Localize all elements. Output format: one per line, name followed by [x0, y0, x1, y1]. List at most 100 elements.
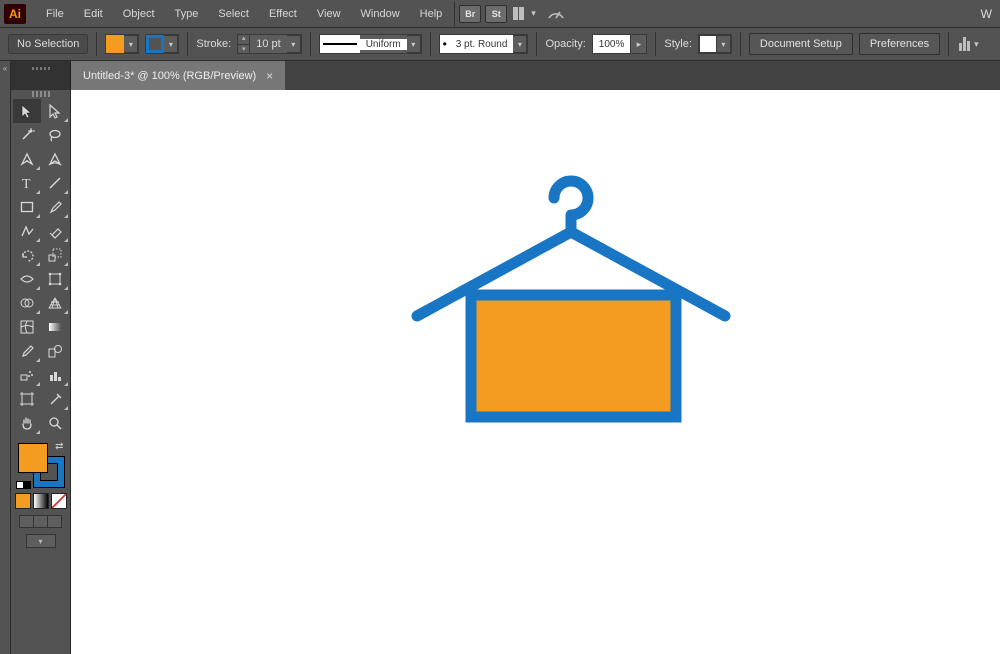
separator: [948, 32, 949, 56]
perspective-grid-tool[interactable]: [41, 291, 69, 315]
color-mode-color[interactable]: [15, 493, 31, 509]
chevron-down-icon[interactable]: ▾: [164, 35, 178, 53]
fill-color-swatch[interactable]: ▾: [105, 34, 139, 54]
panel-collapse-handle[interactable]: «: [0, 61, 11, 90]
app-logo[interactable]: Ai: [4, 4, 26, 24]
color-mode-row: [15, 493, 67, 509]
scale-tool[interactable]: [41, 243, 69, 267]
eraser-tool[interactable]: [41, 219, 69, 243]
magic-wand-tool[interactable]: [13, 123, 41, 147]
separator: [430, 32, 431, 56]
stroke-weight-value[interactable]: 10 pt: [250, 38, 286, 50]
canvas[interactable]: [71, 90, 1000, 654]
gradient-tool[interactable]: [41, 315, 69, 339]
width-tool[interactable]: [13, 267, 41, 291]
stock-icon[interactable]: St: [485, 5, 507, 23]
document-tab-strip: « Untitled-3* @ 100% (RGB/Preview) ×: [0, 61, 1000, 90]
draw-inside[interactable]: [47, 515, 62, 528]
eyedropper-tool[interactable]: [13, 339, 41, 363]
workspace-switcher[interactable]: W: [977, 7, 996, 21]
menu-object[interactable]: Object: [113, 0, 165, 27]
screen-mode-button[interactable]: ▾: [26, 534, 56, 548]
default-fill-stroke-icon[interactable]: [16, 481, 31, 489]
close-icon[interactable]: ×: [266, 69, 273, 83]
fill-stroke-control[interactable]: ⇄: [16, 441, 66, 489]
lasso-tool[interactable]: [41, 123, 69, 147]
left-dock-strip[interactable]: [0, 90, 11, 654]
width-profile-field[interactable]: Uniform ▾: [319, 34, 422, 54]
dot-icon: •: [440, 37, 450, 51]
swap-fill-stroke-icon[interactable]: ⇄: [55, 441, 63, 452]
chevron-down-icon[interactable]: ▾: [287, 35, 301, 53]
chevron-down-icon[interactable]: ▾: [124, 35, 138, 53]
artboard-tool[interactable]: [13, 387, 41, 411]
artwork[interactable]: [391, 160, 751, 460]
opacity-label[interactable]: Opacity:: [545, 38, 585, 50]
symbol-sprayer-tool[interactable]: [13, 363, 41, 387]
menu-select[interactable]: Select: [208, 0, 259, 27]
fill-proxy-icon[interactable]: [18, 443, 48, 473]
menu-window[interactable]: Window: [351, 0, 410, 27]
type-tool[interactable]: T: [13, 171, 41, 195]
arrange-documents-icon[interactable]: ▾: [513, 7, 540, 20]
rotate-tool[interactable]: [13, 243, 41, 267]
document-tab[interactable]: Untitled-3* @ 100% (RGB/Preview) ×: [71, 61, 285, 90]
chevron-down-icon[interactable]: ▾: [407, 35, 421, 53]
pen-tool[interactable]: [13, 147, 41, 171]
tools-panel-header[interactable]: [11, 61, 71, 90]
paintbrush-tool[interactable]: [41, 195, 69, 219]
chevron-down-icon[interactable]: ▾: [717, 35, 731, 53]
menu-edit[interactable]: Edit: [74, 0, 113, 27]
direct-selection-tool[interactable]: [41, 99, 69, 123]
brush-definition-value: 3 pt. Round: [450, 39, 514, 50]
stroke-weight-field[interactable]: ▴▾ 10 pt ▾: [237, 34, 301, 54]
style-label[interactable]: Style:: [664, 38, 692, 50]
selection-indicator[interactable]: No Selection: [8, 34, 88, 54]
svg-text:T: T: [22, 177, 31, 192]
color-mode-gradient[interactable]: [33, 493, 49, 509]
slice-tool[interactable]: [41, 387, 69, 411]
zoom-tool[interactable]: [41, 411, 69, 435]
separator: [454, 2, 455, 26]
separator: [187, 32, 188, 56]
blend-tool[interactable]: [41, 339, 69, 363]
stroke-color-swatch[interactable]: ▾: [145, 34, 179, 54]
shaper-tool[interactable]: [13, 219, 41, 243]
line-segment-tool[interactable]: [41, 171, 69, 195]
align-icon: [959, 37, 970, 51]
shape-builder-tool[interactable]: [13, 291, 41, 315]
towel-rectangle[interactable]: [471, 295, 676, 417]
gpu-performance-icon[interactable]: [546, 4, 566, 24]
stepper-icon[interactable]: ▴▾: [238, 34, 250, 54]
free-transform-tool[interactable]: [41, 267, 69, 291]
menu-type[interactable]: Type: [165, 0, 209, 27]
menu-help[interactable]: Help: [410, 0, 453, 27]
chevron-right-icon[interactable]: ▸: [630, 35, 646, 53]
bridge-icon[interactable]: Br: [459, 5, 481, 23]
document-setup-button[interactable]: Document Setup: [749, 33, 853, 55]
preferences-button[interactable]: Preferences: [859, 33, 940, 55]
opacity-field[interactable]: 100% ▸: [592, 34, 648, 54]
separator: [96, 32, 97, 56]
grip-icon[interactable]: [32, 91, 50, 97]
selection-tool[interactable]: [13, 99, 41, 123]
brush-definition-field[interactable]: • 3 pt. Round ▾: [439, 34, 529, 54]
menu-effect[interactable]: Effect: [259, 0, 307, 27]
color-mode-none[interactable]: [51, 493, 67, 509]
hand-tool[interactable]: [13, 411, 41, 435]
opacity-value[interactable]: 100%: [593, 39, 631, 50]
curvature-tool[interactable]: [41, 147, 69, 171]
mesh-tool[interactable]: [13, 315, 41, 339]
draw-behind[interactable]: [33, 515, 48, 528]
chevron-down-icon[interactable]: ▾: [513, 35, 527, 53]
menu-file[interactable]: File: [36, 0, 74, 27]
stroke-label[interactable]: Stroke:: [196, 38, 231, 50]
chevron-down-icon[interactable]: ▾: [974, 39, 979, 50]
rectangle-tool[interactable]: [13, 195, 41, 219]
draw-normal[interactable]: [19, 515, 34, 528]
graphic-style-field[interactable]: ▾: [698, 34, 732, 54]
menu-view[interactable]: View: [307, 0, 351, 27]
align-to-field[interactable]: ▾: [957, 37, 983, 51]
tools-panel: T: [11, 90, 71, 654]
column-graph-tool[interactable]: [41, 363, 69, 387]
